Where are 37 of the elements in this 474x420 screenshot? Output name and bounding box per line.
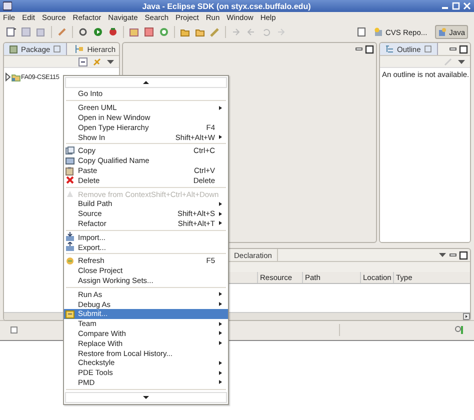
export-icon — [65, 242, 75, 252]
save-icon[interactable] — [21, 27, 31, 37]
scroll-right-icon[interactable] — [463, 313, 470, 320]
close-icon[interactable] — [424, 44, 432, 54]
project-folder-icon — [11, 72, 21, 82]
maximize-icon[interactable] — [459, 250, 468, 260]
submit-icon — [65, 308, 75, 319]
fast-view-icon[interactable] — [10, 324, 19, 334]
scroll-up-icon[interactable] — [143, 80, 149, 85]
copy-icon — [65, 146, 75, 156]
window-title: Java - Eclipse SDK (on styx.cse.buffalo.edu) — [141, 2, 312, 10]
collapse-all-icon[interactable] — [78, 56, 88, 66]
copy-icon — [65, 156, 75, 166]
repository-icon — [374, 27, 384, 37]
import-icon — [65, 232, 75, 242]
submenu-arrow-icon — [218, 133, 223, 142]
run-icon[interactable] — [93, 27, 103, 37]
outline-icon — [385, 44, 394, 54]
open-folder-icon[interactable] — [195, 27, 205, 37]
new-file-icon[interactable] — [6, 27, 16, 37]
paste-icon — [65, 166, 75, 176]
folder-icon[interactable] — [180, 27, 190, 37]
hierarchy-icon — [74, 44, 84, 54]
debug-icon[interactable] — [108, 27, 118, 37]
close-icon[interactable] — [53, 44, 62, 54]
remove-icon — [65, 189, 75, 200]
window-menu-icon[interactable] — [3, 1, 12, 11]
scroll-down-icon[interactable] — [143, 395, 149, 400]
save-all-icon[interactable] — [36, 27, 46, 37]
open-perspective-icon[interactable] — [357, 27, 366, 37]
maximize-icon[interactable] — [365, 44, 374, 54]
coffee-cup-icon — [438, 27, 448, 37]
circle-icon[interactable] — [159, 27, 169, 37]
delete-icon — [65, 175, 75, 186]
collapsed-icon[interactable] — [4, 72, 11, 82]
maximize-icon[interactable] — [459, 44, 468, 54]
submenu-arrow-icon — [218, 104, 223, 112]
